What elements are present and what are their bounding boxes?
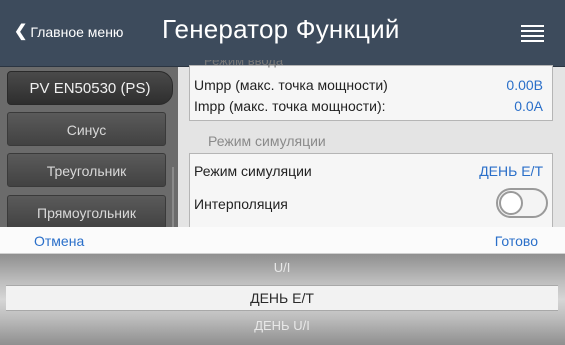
picker-option-day-ui[interactable]: ДЕНЬ U/I <box>6 318 558 333</box>
picker-option-ui[interactable]: U/I <box>6 260 558 275</box>
sidebar-item-label: Синус <box>66 122 107 138</box>
section-title-simulation: Режим симуляции <box>208 133 326 149</box>
cancel-button[interactable]: Отмена <box>34 233 84 249</box>
simulation-mode-row[interactable]: Режим симуляции ДЕНЬ E/T <box>190 161 552 181</box>
page-title: Генератор Функций <box>162 14 400 44</box>
umpp-row[interactable]: Umpp (макс. точка мощности) 0.00В <box>190 75 552 95</box>
function-generator-screen: ❮ Главное меню Генератор Функций PV EN50… <box>0 0 565 345</box>
chevron-left-icon: ❮ <box>14 23 28 40</box>
input-mode-label-cut: Режим ввода <box>204 60 284 68</box>
impp-label: Impp (макс. точка мощности): <box>194 98 386 114</box>
done-button[interactable]: Готово <box>495 233 538 249</box>
sidebar-item-label: PV EN50530 (PS) <box>29 80 151 97</box>
simulation-mode-value[interactable]: ДЕНЬ E/T <box>479 163 543 179</box>
sidebar-item-sine[interactable]: Синус <box>7 112 166 146</box>
sidebar: PV EN50530 (PS) Синус Треугольник Прямоу… <box>0 67 178 229</box>
mpp-settings-group: Режим ввода Umpp (макс. точка мощности) … <box>189 60 553 121</box>
toggle-knob <box>499 191 523 215</box>
impp-value[interactable]: 0.0A <box>514 98 543 114</box>
simulation-mode-label: Режим симуляции <box>194 163 312 179</box>
sidebar-item-square[interactable]: Прямоугольник <box>7 195 166 229</box>
settings-panel: Режим ввода Umpp (макс. точка мощности) … <box>178 60 565 233</box>
picker-wheel[interactable]: U/I ДЕНЬ E/T ДЕНЬ U/I <box>0 254 565 345</box>
sidebar-item-label: Прямоугольник <box>37 205 136 221</box>
umpp-label: Umpp (макс. точка мощности) <box>194 77 388 93</box>
impp-row[interactable]: Impp (макс. точка мощности): 0.0A <box>190 96 552 116</box>
interpolation-toggle[interactable] <box>496 188 548 218</box>
sidebar-item-pv-en50530[interactable]: PV EN50530 (PS) <box>7 71 173 105</box>
header-bar: ❮ Главное меню Генератор Функций <box>0 0 565 67</box>
hamburger-icon[interactable] <box>521 25 544 43</box>
sidebar-item-triangle[interactable]: Треугольник <box>7 153 166 187</box>
simulation-settings-group: Режим симуляции ДЕНЬ E/T Интерполяция <box>189 153 553 233</box>
interpolation-label: Интерполяция <box>194 196 288 212</box>
umpp-value[interactable]: 0.00В <box>506 77 543 93</box>
back-button-label: Главное меню <box>30 23 124 40</box>
sidebar-scrollbar[interactable] <box>172 167 174 227</box>
back-button[interactable]: ❮ Главное меню <box>14 22 123 41</box>
picker-toolbar: Отмена Готово <box>0 227 565 254</box>
picker-option-day-et[interactable]: ДЕНЬ E/T <box>6 285 558 311</box>
sidebar-item-label: Треугольник <box>46 163 127 179</box>
